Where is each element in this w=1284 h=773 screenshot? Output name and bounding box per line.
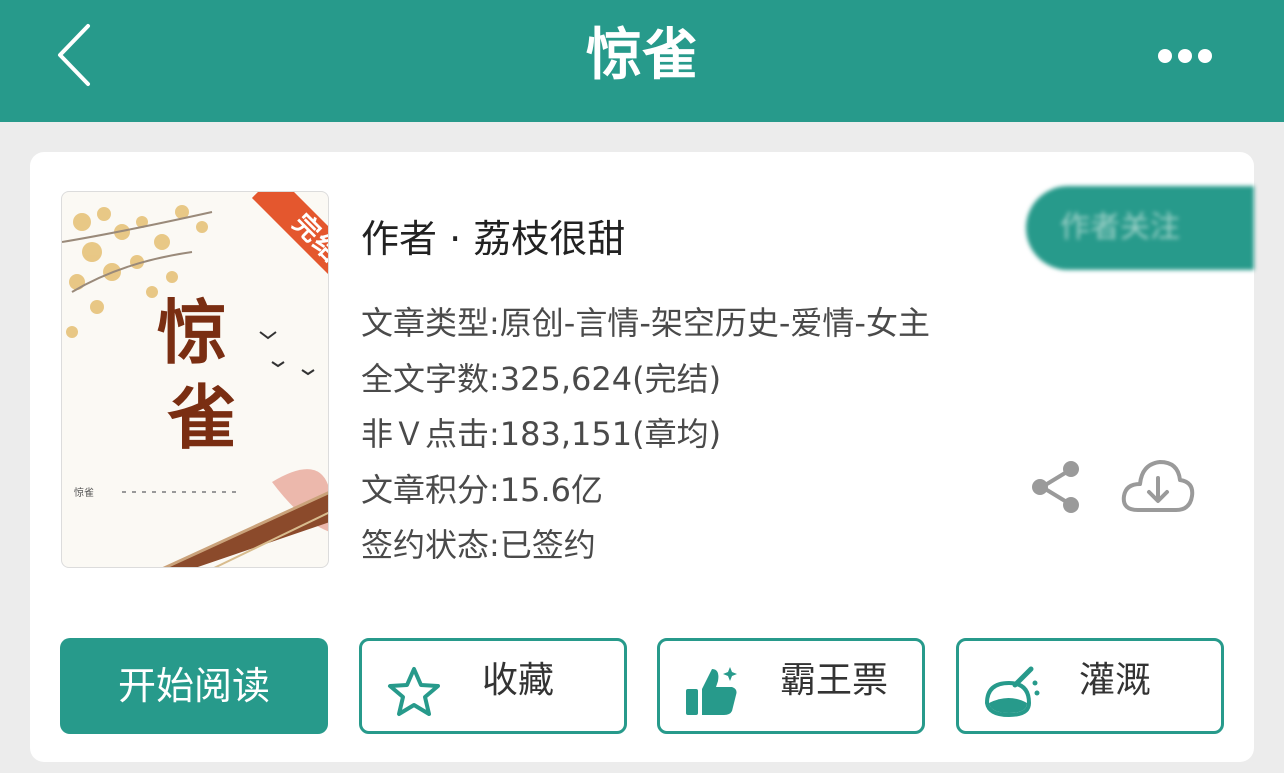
meta-clicks: 非Ｖ点击:183,151(章均) [361,415,722,453]
book-info-card: 惊 雀 惊雀 完结 作者 · 荔枝很甜 作者关注 文章类型:原创-言情-架空历史… [30,152,1254,762]
share-button[interactable] [1030,460,1082,514]
thumbs-up-icon [686,667,737,715]
author-name[interactable]: 作者 · 荔枝很甜 [361,208,625,263]
more-dots-icon [1158,49,1212,63]
collect-button[interactable]: 收藏 [359,638,627,734]
meta-word-count: 全文字数:325,624(完结) [361,359,722,398]
more-button[interactable] [1156,44,1214,68]
page-title: 惊雀 [586,23,698,88]
svg-text:惊: 惊 [157,291,227,374]
top-bar: 惊雀 [0,0,1284,122]
cover-illustration: 惊 雀 惊雀 [62,205,328,567]
vote-button[interactable]: 霸王票 [657,638,925,734]
star-icon [388,667,440,716]
svg-text:惊雀: 惊雀 [74,486,94,499]
meta-score: 文章积分:15.6亿 [361,470,604,509]
book-cover[interactable]: 惊 雀 惊雀 完结 [61,191,329,568]
water-button[interactable]: 灌溉 [956,638,1224,734]
cloud-download-icon [1121,460,1195,512]
vote-label: 霸王票 [780,660,889,701]
follow-author-button[interactable]: 作者关注 [1026,186,1254,270]
meta-sign-status: 签约状态:已签约 [361,526,596,564]
share-icon [1032,461,1079,513]
svg-text:雀: 雀 [167,376,237,459]
book-meta: 文章类型:原创-言情-架空历史-爱情-女主 全文字数:325,624(完结) 非… [361,300,930,578]
watering-icon [984,666,1040,718]
start-reading-button[interactable]: 开始阅读 [60,638,328,734]
meta-genre: 文章类型:原创-言情-架空历史-爱情-女主 [361,304,930,342]
download-button[interactable] [1120,456,1196,516]
collect-label: 收藏 [482,660,555,701]
water-label: 灌溉 [1079,660,1152,701]
